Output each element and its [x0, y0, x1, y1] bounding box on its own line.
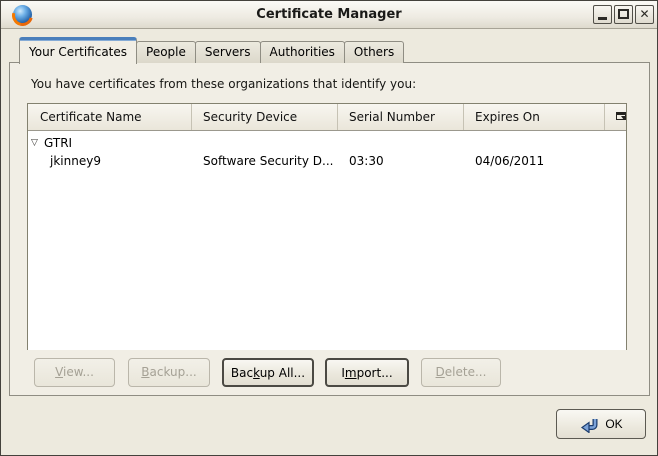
column-picker-icon — [616, 111, 626, 123]
minimize-icon — [598, 17, 607, 20]
column-header-expires-on[interactable]: Expires On — [464, 104, 605, 130]
column-header-security-device[interactable]: Security Device — [192, 104, 338, 130]
expander-icon[interactable]: ▽ — [31, 138, 44, 148]
tab-others[interactable]: Others — [344, 41, 404, 63]
cell-certificate-name: jkinney9 — [28, 154, 192, 168]
tab-servers[interactable]: Servers — [195, 41, 261, 63]
enter-arrow-icon — [579, 416, 599, 433]
backup-button[interactable]: Backup... — [128, 358, 210, 387]
column-picker-button[interactable] — [605, 104, 626, 130]
backup-all-button[interactable]: Backup All... — [222, 358, 314, 387]
maximize-icon — [618, 9, 629, 19]
column-header-certificate-name[interactable]: Certificate Name — [28, 104, 192, 130]
ok-label: OK — [605, 417, 622, 431]
column-header-serial-number[interactable]: Serial Number — [338, 104, 464, 130]
cell-expires-on: 04/06/2011 — [464, 154, 605, 168]
titlebar: Certificate Manager ✕ — [1, 1, 657, 29]
certificate-manager-window: Certificate Manager ✕ Your Certificates … — [0, 0, 658, 456]
table-row-jkinney9[interactable]: jkinney9 Software Security D... 03:30 04… — [28, 152, 626, 170]
minimize-button[interactable] — [593, 5, 612, 24]
tab-strip: Your Certificates People Servers Authori… — [19, 36, 403, 63]
cell-serial-number: 03:30 — [338, 154, 464, 168]
cell-security-device: Software Security D... — [192, 154, 338, 168]
window-title: Certificate Manager — [1, 1, 657, 29]
group-name: GTRI — [44, 136, 72, 150]
close-button[interactable]: ✕ — [635, 5, 654, 24]
certificates-table: Certificate Name Security Device Serial … — [27, 103, 627, 350]
table-row-gtri[interactable]: ▽ GTRI — [28, 134, 626, 152]
close-icon: ✕ — [636, 7, 653, 21]
ok-button[interactable]: OK — [556, 409, 646, 439]
delete-button[interactable]: Delete... — [421, 358, 501, 387]
tab-authorities[interactable]: Authorities — [260, 41, 345, 63]
import-button[interactable]: Import... — [325, 358, 409, 387]
window-controls: ✕ — [591, 5, 654, 24]
maximize-button[interactable] — [614, 5, 633, 24]
panel-description: You have certificates from these organiz… — [31, 77, 416, 91]
tab-your-certificates[interactable]: Your Certificates — [19, 37, 137, 64]
table-body: ▽ GTRI jkinney9 Software Security D... 0… — [28, 131, 626, 350]
table-header: Certificate Name Security Device Serial … — [28, 104, 626, 131]
your-certificates-panel: You have certificates from these organiz… — [9, 62, 650, 396]
tab-people[interactable]: People — [136, 41, 196, 63]
view-button[interactable]: View... — [34, 358, 115, 387]
